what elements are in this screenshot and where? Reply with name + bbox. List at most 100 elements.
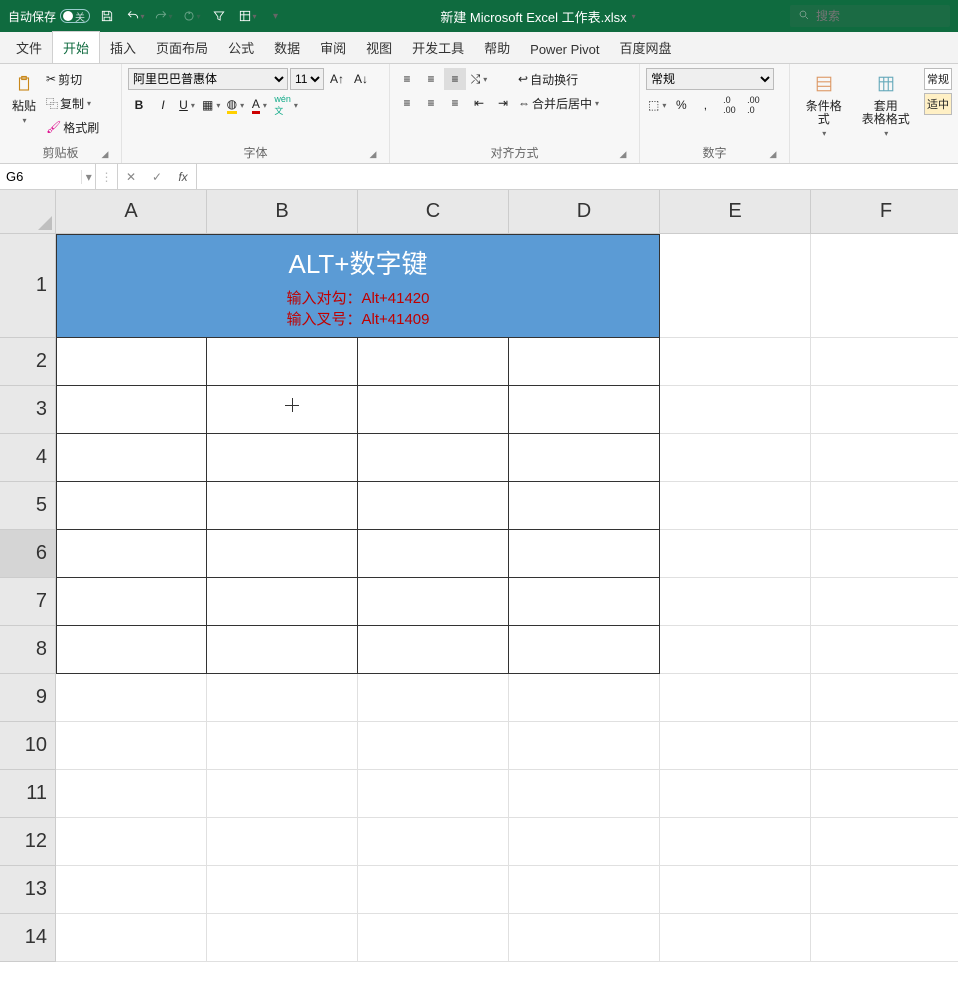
cell-F8[interactable] — [811, 626, 958, 674]
cell-F7[interactable] — [811, 578, 958, 626]
paste-button[interactable]: 粘贴▾ — [6, 68, 42, 129]
cell-D4[interactable] — [509, 434, 660, 482]
cell-A2[interactable] — [56, 338, 207, 386]
conditional-format-button[interactable]: 条件格式▾ — [796, 68, 852, 142]
cell-B7[interactable] — [207, 578, 358, 626]
decrease-decimal-button[interactable]: .00.0 — [742, 94, 764, 116]
cell-C5[interactable] — [358, 482, 509, 530]
cell-C9[interactable] — [358, 674, 509, 722]
comma-button[interactable]: , — [694, 94, 716, 116]
font-launcher-icon[interactable]: ◢ — [367, 149, 379, 161]
increase-indent-button[interactable]: ⇥ — [492, 92, 514, 114]
cell-F13[interactable] — [811, 866, 958, 914]
cell-D3[interactable] — [509, 386, 660, 434]
cell-A9[interactable] — [56, 674, 207, 722]
search-input[interactable] — [816, 9, 942, 23]
cell-E14[interactable] — [660, 914, 811, 962]
tab-公式[interactable]: 公式 — [218, 32, 264, 63]
merge-center-button[interactable]: ⇔合并后居中▾ — [518, 92, 599, 114]
number-launcher-icon[interactable]: ◢ — [767, 149, 779, 161]
cell-B13[interactable] — [207, 866, 358, 914]
repeat-icon[interactable]: ▾ — [180, 5, 202, 27]
row-header-6[interactable]: 6 — [0, 530, 56, 578]
cell-E3[interactable] — [660, 386, 811, 434]
cell-B9[interactable] — [207, 674, 358, 722]
align-left-button[interactable]: ≡ — [396, 92, 418, 114]
row-header-5[interactable]: 5 — [0, 482, 56, 530]
cell-B5[interactable] — [207, 482, 358, 530]
select-icon[interactable]: ▾ — [236, 5, 258, 27]
number-format-select[interactable]: 常规 — [646, 68, 774, 90]
tab-开发工具[interactable]: 开发工具 — [402, 32, 474, 63]
bold-button[interactable]: B — [128, 94, 150, 116]
column-header-C[interactable]: C — [358, 190, 509, 234]
align-middle-button[interactable]: ≡ — [420, 68, 442, 90]
cell-A11[interactable] — [56, 770, 207, 818]
row-header-10[interactable]: 10 — [0, 722, 56, 770]
cell-F6[interactable] — [811, 530, 958, 578]
cell-C2[interactable] — [358, 338, 509, 386]
cell-E9[interactable] — [660, 674, 811, 722]
cut-button[interactable]: ✂剪切 — [46, 68, 99, 90]
fill-color-button[interactable]: ◍▾ — [224, 94, 246, 116]
align-bottom-button[interactable]: ≡ — [444, 68, 466, 90]
font-size-select[interactable]: 11 — [290, 68, 324, 90]
undo-icon[interactable]: ▾ — [124, 5, 146, 27]
cancel-formula-button[interactable]: ✕ — [118, 164, 144, 189]
qat-customize-icon[interactable]: ▾ — [264, 5, 286, 27]
italic-button[interactable]: I — [152, 94, 174, 116]
cell-B11[interactable] — [207, 770, 358, 818]
align-center-button[interactable]: ≡ — [420, 92, 442, 114]
row-header-13[interactable]: 13 — [0, 866, 56, 914]
cell-F3[interactable] — [811, 386, 958, 434]
cell-E12[interactable] — [660, 818, 811, 866]
cell-C10[interactable] — [358, 722, 509, 770]
name-box-input[interactable] — [0, 169, 81, 184]
wrap-text-button[interactable]: ↩自动换行 — [518, 68, 599, 90]
cell-C7[interactable] — [358, 578, 509, 626]
row-header-11[interactable]: 11 — [0, 770, 56, 818]
tab-开始[interactable]: 开始 — [52, 31, 100, 63]
cell-C6[interactable] — [358, 530, 509, 578]
align-top-button[interactable]: ≡ — [396, 68, 418, 90]
title-dropdown-icon[interactable]: ▾ — [632, 12, 636, 21]
increase-font-button[interactable]: A↑ — [326, 68, 348, 90]
row-header-1[interactable]: 1 — [0, 234, 56, 338]
cell-C11[interactable] — [358, 770, 509, 818]
column-header-B[interactable]: B — [207, 190, 358, 234]
row-header-14[interactable]: 14 — [0, 914, 56, 962]
autosave-toggle[interactable]: 自动保存 关 — [8, 8, 90, 25]
cell-C8[interactable] — [358, 626, 509, 674]
cell-C3[interactable] — [358, 386, 509, 434]
cell-D9[interactable] — [509, 674, 660, 722]
cell-B8[interactable] — [207, 626, 358, 674]
redo-icon[interactable]: ▾ — [152, 5, 174, 27]
column-header-D[interactable]: D — [509, 190, 660, 234]
cell-C4[interactable] — [358, 434, 509, 482]
cell-A10[interactable] — [56, 722, 207, 770]
cell-B12[interactable] — [207, 818, 358, 866]
tab-审阅[interactable]: 审阅 — [310, 32, 356, 63]
cell-C14[interactable] — [358, 914, 509, 962]
cell-A14[interactable] — [56, 914, 207, 962]
copy-button[interactable]: ⿻复制▾ — [46, 92, 99, 114]
row-header-9[interactable]: 9 — [0, 674, 56, 722]
row-header-12[interactable]: 12 — [0, 818, 56, 866]
orientation-button[interactable]: ⤭▾ — [468, 68, 490, 90]
row-header-2[interactable]: 2 — [0, 338, 56, 386]
cell-D6[interactable] — [509, 530, 660, 578]
cell-A5[interactable] — [56, 482, 207, 530]
clipboard-launcher-icon[interactable]: ◢ — [99, 149, 111, 161]
cell-B2[interactable] — [207, 338, 358, 386]
cell-B6[interactable] — [207, 530, 358, 578]
filter-icon[interactable] — [208, 5, 230, 27]
cell-B4[interactable] — [207, 434, 358, 482]
format-as-table-button[interactable]: 套用 表格格式▾ — [856, 68, 916, 142]
name-box[interactable]: ▾ — [0, 164, 96, 189]
underline-button[interactable]: U▾ — [176, 94, 198, 116]
cell-C13[interactable] — [358, 866, 509, 914]
enter-formula-button[interactable]: ✓ — [144, 164, 170, 189]
increase-decimal-button[interactable]: .0.00 — [718, 94, 740, 116]
column-header-A[interactable]: A — [56, 190, 207, 234]
name-box-dropdown-icon[interactable]: ▾ — [81, 170, 95, 184]
